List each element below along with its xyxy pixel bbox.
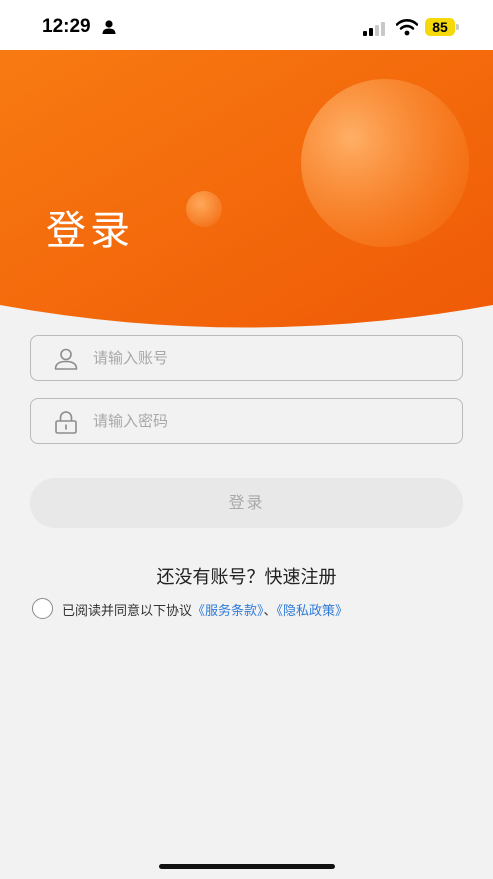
page-title: 登录 (46, 208, 134, 254)
password-input[interactable] (93, 399, 453, 443)
privacy-link[interactable]: 《隐私政策》 (277, 604, 349, 619)
agreement-prefix: 已阅读并同意以下协议 (62, 604, 193, 619)
home-indicator[interactable] (159, 864, 335, 869)
lock-icon (55, 411, 77, 434)
decor-circle-large (301, 79, 469, 247)
user-icon (54, 348, 78, 370)
battery-icon: 85 (425, 18, 455, 36)
terms-link[interactable]: 《服务条款》 (192, 604, 264, 619)
decor-circle-small (186, 191, 222, 227)
battery-cap (456, 24, 459, 30)
password-field[interactable] (30, 398, 463, 444)
login-button[interactable]: 登录 (30, 478, 463, 528)
register-link[interactable]: 还没有账号？快速注册 (0, 563, 493, 589)
agreement-checkbox[interactable] (32, 598, 53, 619)
status-bar: 12:29 85 (0, 0, 493, 50)
header-background (0, 50, 493, 328)
header-banner: 登录 (0, 50, 493, 340)
signal-icon (363, 22, 385, 36)
agreement-text: 已阅读并同意以下协议《服务条款》、《隐私政策》 (62, 600, 348, 619)
login-screen: 12:29 85 登录 请输入账号 登录 还没有账号？快速注册 已阅读并同意以下… (0, 0, 493, 879)
status-time: 12:29 (42, 16, 91, 37)
person-icon (102, 20, 116, 34)
account-field[interactable] (30, 335, 463, 381)
agreement-separator: 、 (263, 604, 277, 619)
wifi-icon (396, 19, 418, 36)
agreement-row: 已阅读并同意以下协议《服务条款》、《隐私政策》 (32, 598, 472, 620)
account-input[interactable] (93, 336, 453, 380)
